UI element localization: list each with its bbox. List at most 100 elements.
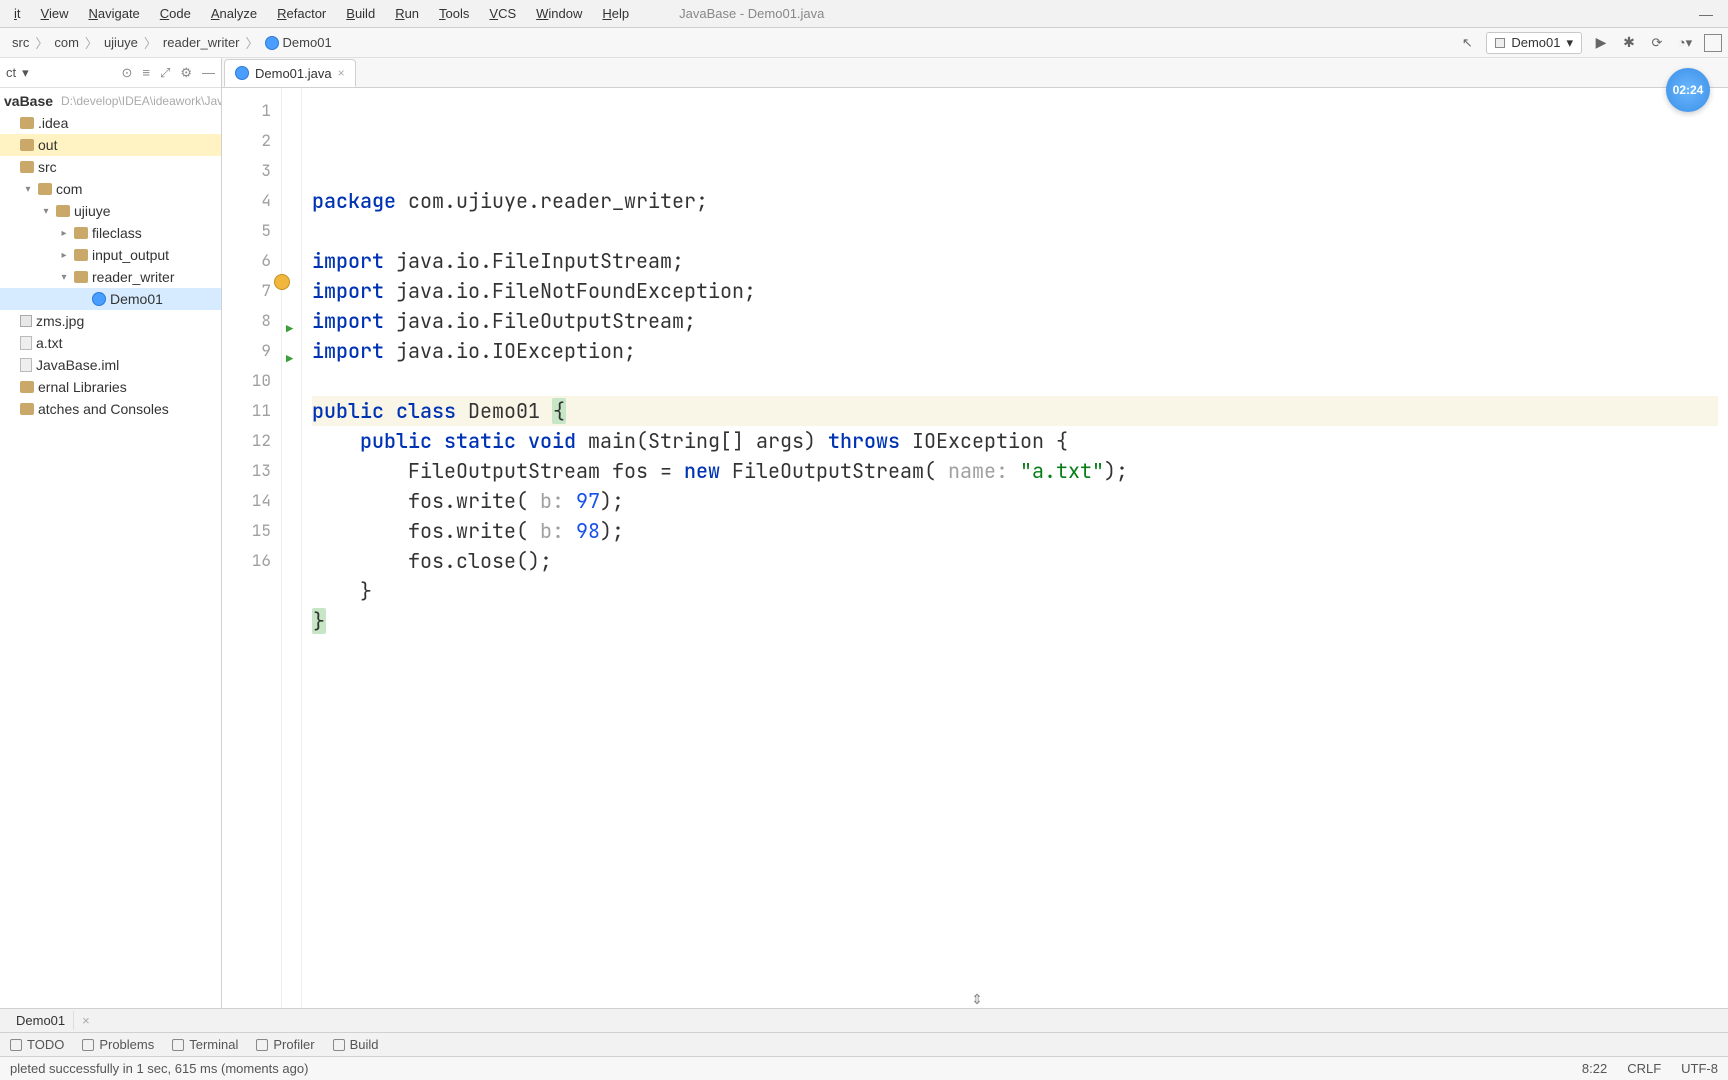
code-line[interactable]: fos.write( b: 97); (312, 486, 1718, 516)
chevron-right-icon[interactable]: ▸ (58, 228, 70, 239)
project-dropdown[interactable]: ct (6, 65, 16, 80)
code-line[interactable]: public static void main(String[] args) t… (312, 426, 1718, 456)
code-line[interactable] (312, 216, 1718, 246)
code-line[interactable]: FileOutputStream fos = new FileOutputStr… (312, 456, 1718, 486)
menu-build[interactable]: Build (336, 2, 385, 25)
line-number[interactable]: 1 (226, 96, 271, 126)
chevron-down-icon[interactable]: ▾ (22, 65, 29, 81)
encoding[interactable]: UTF-8 (1681, 1061, 1718, 1076)
tree-row[interactable]: Demo01 (0, 288, 221, 310)
target-icon[interactable]: ⊙ (121, 65, 132, 81)
run-gutter-icon[interactable]: ▶ (286, 344, 293, 374)
line-number[interactable]: 8 (226, 306, 271, 336)
line-number[interactable]: 4 (226, 186, 271, 216)
crumb-com[interactable]: com (54, 35, 79, 50)
expand-icon[interactable]: ≡ (142, 65, 150, 81)
tree-root[interactable]: vaBase D:\develop\IDEA\ideawork\Jav (0, 90, 221, 112)
code-line[interactable]: import java.io.FileOutputStream; (312, 306, 1718, 336)
line-number[interactable]: 11 (226, 396, 271, 426)
code-line[interactable]: import java.io.FileNotFoundException; (312, 276, 1718, 306)
menu-help[interactable]: Help (592, 2, 639, 25)
collapse-icon[interactable]: ⤢ (160, 65, 170, 81)
chevron-right-icon[interactable]: ▸ (58, 250, 70, 261)
tree-row[interactable]: ▾ujiuye (0, 200, 221, 222)
run-tab[interactable]: Demo01 (8, 1011, 74, 1030)
tree-row[interactable]: a.txt (0, 332, 221, 354)
close-icon[interactable]: × (338, 66, 345, 80)
menu-run[interactable]: Run (385, 2, 429, 25)
build-hammer-icon[interactable]: ↖ (1458, 34, 1476, 52)
code-editor[interactable]: 12345678910111213141516 ▶▶ package com.u… (222, 88, 1728, 1008)
crumb-reader-writer[interactable]: reader_writer (163, 35, 240, 50)
run-coverage-icon[interactable]: ⟳ (1648, 34, 1666, 52)
close-icon[interactable]: × (82, 1013, 90, 1028)
run-gutter-icon[interactable]: ▶ (286, 314, 293, 344)
line-number[interactable]: 5 (226, 216, 271, 246)
code-line[interactable]: import java.io.FileInputStream; (312, 246, 1718, 276)
line-number[interactable]: 16 (226, 546, 271, 576)
code-line[interactable] (312, 636, 1718, 666)
tree-row[interactable]: .idea (0, 112, 221, 134)
code-line[interactable] (312, 366, 1718, 396)
crumb-src[interactable]: src (12, 35, 29, 50)
line-number[interactable]: 2 (226, 126, 271, 156)
project-tree[interactable]: vaBase D:\develop\IDEA\ideawork\Jav .ide… (0, 88, 221, 1008)
intention-bulb-icon[interactable] (274, 274, 290, 290)
line-number[interactable]: 7 (226, 276, 271, 306)
menu-vcs[interactable]: VCS (479, 2, 526, 25)
menu-view[interactable]: View (31, 2, 79, 25)
problems-tool-button[interactable]: Problems (82, 1037, 154, 1052)
build-tool-button[interactable]: Build (333, 1037, 379, 1052)
line-number[interactable]: 10 (226, 366, 271, 396)
tree-row[interactable]: JavaBase.iml (0, 354, 221, 376)
code-line[interactable]: fos.write( b: 98); (312, 516, 1718, 546)
terminal-tool-button[interactable]: Terminal (172, 1037, 238, 1052)
chevron-down-icon[interactable]: ▾ (40, 206, 52, 217)
line-number[interactable]: 14 (226, 486, 271, 516)
hide-icon[interactable]: — (202, 65, 215, 81)
code-area[interactable]: package com.ujiuye.reader_writer;import … (302, 88, 1728, 1008)
presentation-clock-badge[interactable]: 02:24 (1666, 68, 1710, 112)
menu-window[interactable]: Window (526, 2, 592, 25)
tree-row[interactable]: ▾com (0, 178, 221, 200)
tree-row[interactable]: out (0, 134, 221, 156)
crumb-class[interactable]: Demo01 (283, 35, 332, 50)
gear-icon[interactable]: ⚙ (180, 65, 192, 81)
tree-row[interactable]: ▸fileclass (0, 222, 221, 244)
caret-position[interactable]: 8:22 (1582, 1061, 1607, 1076)
code-line[interactable]: } (312, 606, 1718, 636)
minimize-icon[interactable]: — (1688, 2, 1724, 26)
run-config-dropdown[interactable]: Demo01 ▾ (1486, 32, 1582, 54)
line-number[interactable]: 3 (226, 156, 271, 186)
stop-icon[interactable] (1704, 34, 1722, 52)
menu-navigate[interactable]: Navigate (78, 2, 149, 25)
line-ending[interactable]: CRLF (1627, 1061, 1661, 1076)
chevron-down-icon[interactable]: ▾ (22, 184, 34, 195)
debug-icon[interactable]: ✱ (1620, 34, 1638, 52)
menu-code[interactable]: Code (150, 2, 201, 25)
crumb-ujiuye[interactable]: ujiuye (104, 35, 138, 50)
code-line[interactable]: import java.io.IOException; (312, 336, 1718, 366)
tree-row[interactable]: ▸input_output (0, 244, 221, 266)
tree-row[interactable]: ▾reader_writer (0, 266, 221, 288)
editor-tab[interactable]: Demo01.java × (224, 59, 356, 87)
run-gutter[interactable]: ▶▶ (282, 88, 302, 1008)
menu-tools[interactable]: Tools (429, 2, 479, 25)
run-play-icon[interactable]: ▶ (1592, 34, 1610, 52)
menu-item[interactable]: it (4, 2, 31, 25)
resize-handle-icon[interactable]: ⇕ (971, 991, 979, 1008)
line-number[interactable]: 12 (226, 426, 271, 456)
profile-icon[interactable]: ◔▾ (1676, 34, 1694, 52)
code-line[interactable]: fos.close(); (312, 546, 1718, 576)
code-line[interactable]: public class Demo01 { (312, 396, 1718, 426)
chevron-down-icon[interactable]: ▾ (58, 272, 70, 283)
menu-refactor[interactable]: Refactor (267, 2, 336, 25)
line-number[interactable]: 13 (226, 456, 271, 486)
todo-tool-button[interactable]: TODO (10, 1037, 64, 1052)
tree-row[interactable]: src (0, 156, 221, 178)
tree-row[interactable]: ernal Libraries (0, 376, 221, 398)
code-line[interactable]: } (312, 576, 1718, 606)
tree-row[interactable]: atches and Consoles (0, 398, 221, 420)
breadcrumb[interactable]: src〉 com〉 ujiuye〉 reader_writer〉 Demo01 (6, 31, 338, 54)
line-number[interactable]: 15 (226, 516, 271, 546)
